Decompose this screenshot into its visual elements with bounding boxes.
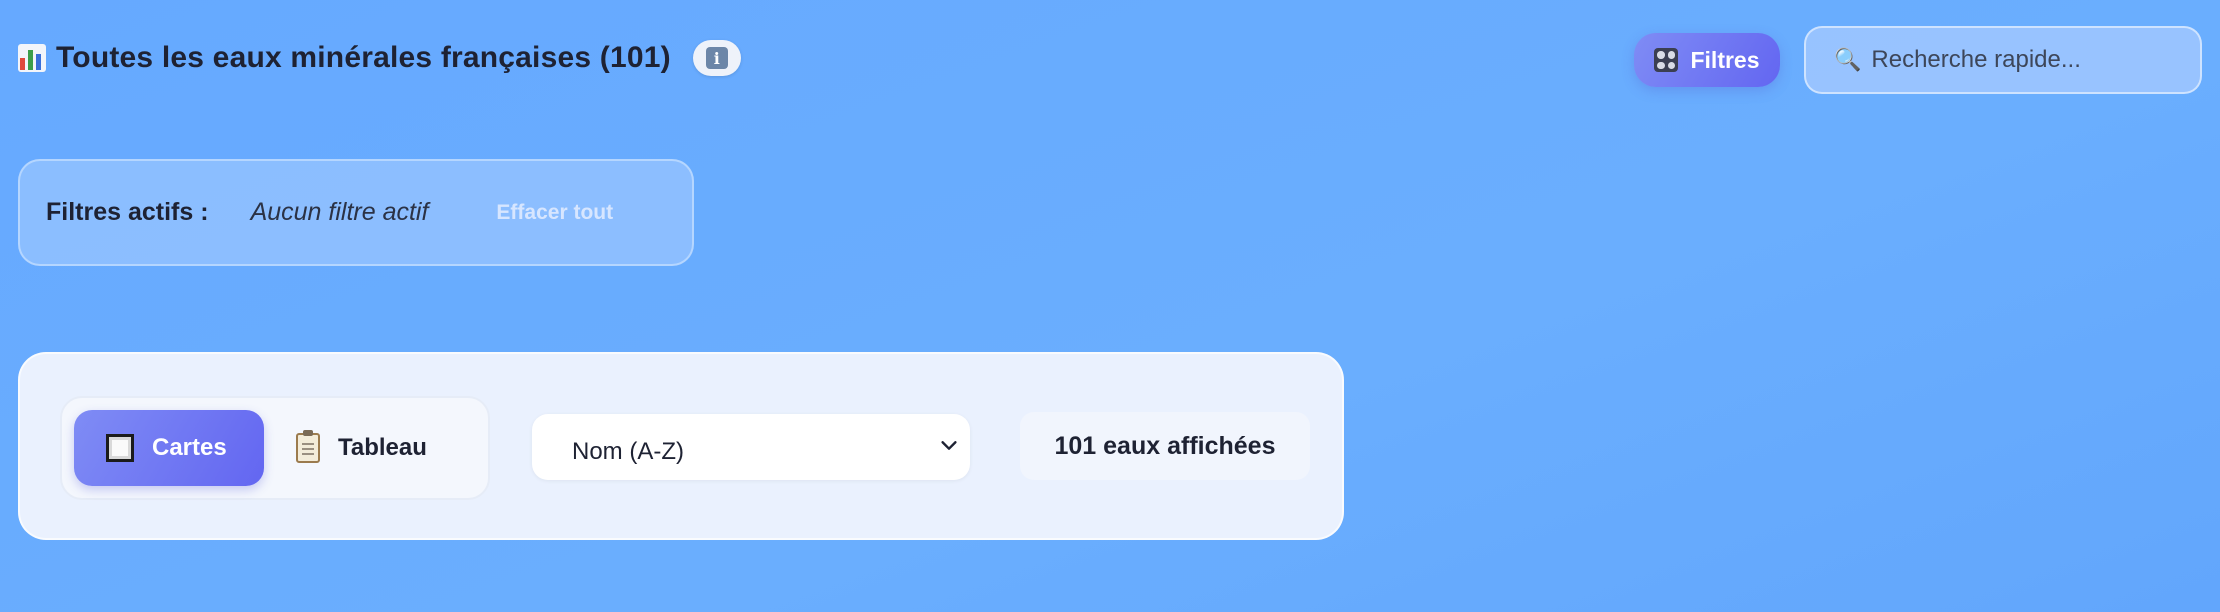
- magnifier-icon: 🔍: [1834, 47, 1862, 72]
- chevron-down-icon: [941, 441, 957, 450]
- result-count: 101 eaux affichées: [1020, 412, 1310, 480]
- info-button[interactable]: i: [692, 40, 741, 76]
- view-toggle: Cartes Tableau: [60, 396, 490, 500]
- search-box[interactable]: 🔍: [1804, 26, 2202, 94]
- table-view-label: Tableau: [338, 434, 427, 461]
- search-input[interactable]: [1869, 45, 2174, 75]
- active-filters-panel: Filtres actifs : Aucun filtre actif Effa…: [18, 159, 694, 266]
- info-icon: i: [705, 47, 728, 69]
- sort-select[interactable]: Nom (A-Z): [532, 414, 970, 480]
- no-filters-text: Aucun filtre actif: [250, 198, 429, 226]
- view-toolbar: Cartes Tableau Nom (A-Z) 101 eaux affich…: [18, 352, 1344, 540]
- active-filters-label: Filtres actifs :: [46, 198, 209, 226]
- clear-all-button[interactable]: Effacer tout: [496, 201, 613, 225]
- filters-button-label: Filtres: [1690, 46, 1760, 73]
- square-icon: [106, 434, 134, 462]
- cards-view-button[interactable]: Cartes: [74, 410, 264, 486]
- title-wrap: Toutes les eaux minérales françaises (10…: [18, 40, 741, 76]
- table-view-button[interactable]: Tableau: [282, 410, 472, 486]
- filters-button[interactable]: Filtres: [1634, 33, 1780, 87]
- bar-chart-icon: [18, 44, 46, 72]
- clipboard-icon: [296, 430, 320, 463]
- header: Toutes les eaux minérales françaises (10…: [18, 26, 2202, 96]
- control-knobs-icon: [1654, 48, 1679, 72]
- page-title: Toutes les eaux minérales françaises (10…: [56, 41, 671, 74]
- sort-selected-value: Nom (A-Z): [572, 438, 684, 465]
- cards-view-label: Cartes: [152, 434, 227, 461]
